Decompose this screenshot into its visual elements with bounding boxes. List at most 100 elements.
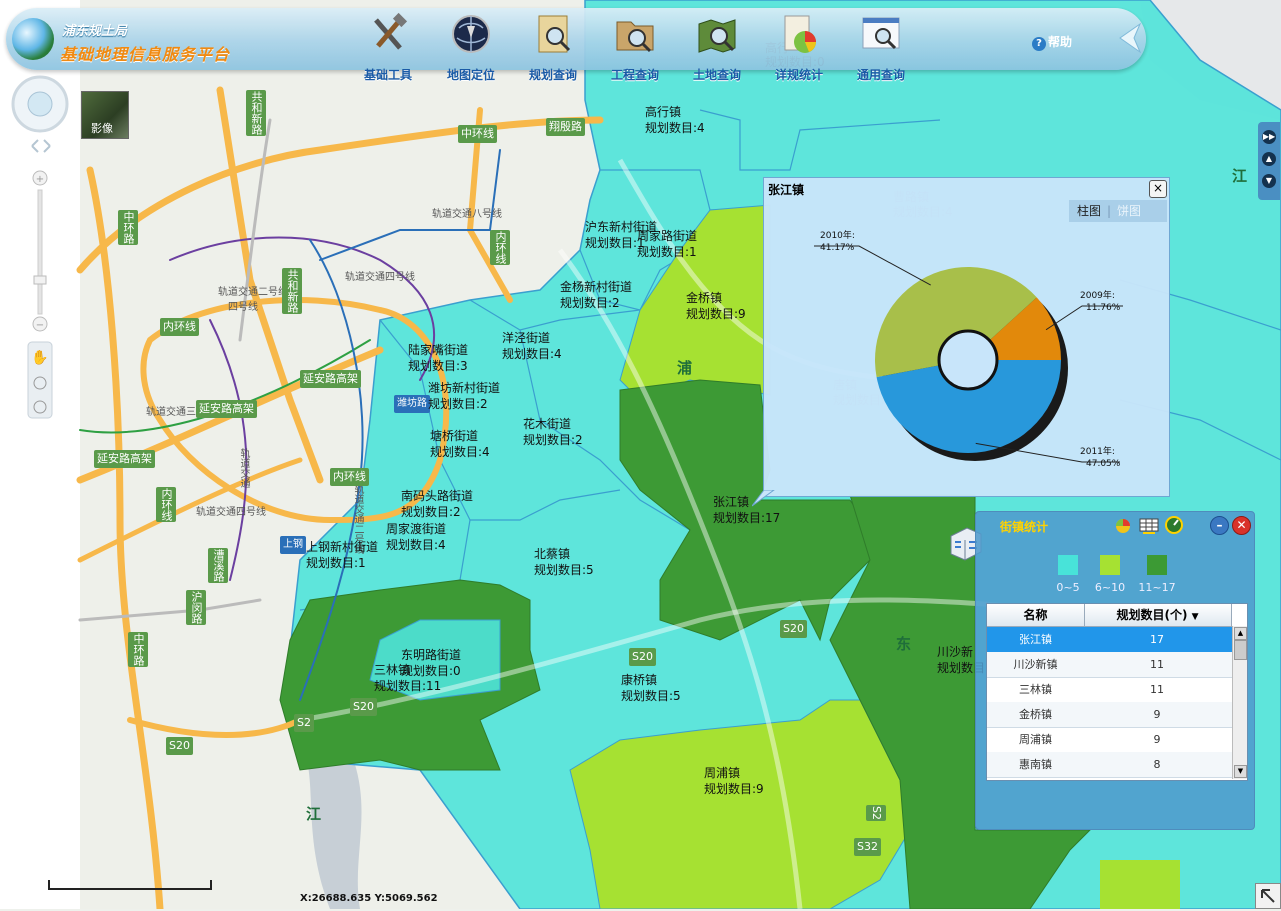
help-button[interactable]: ? 帮助 xyxy=(1032,33,1072,51)
scroll-thumb[interactable] xyxy=(1234,640,1247,660)
pie-view-icon[interactable] xyxy=(1114,516,1134,534)
road-label: S2 xyxy=(294,714,314,732)
town-name: 上钢新村街道 xyxy=(306,540,379,554)
town-plan-count: 规划数目:2 xyxy=(560,296,620,310)
town-name: 陆家嘴街道 xyxy=(408,343,469,357)
svg-text:−: − xyxy=(36,320,44,331)
cell-town-name: 周浦镇 xyxy=(1019,733,1052,746)
tool-label: 地图定位 xyxy=(446,68,495,82)
town-name: 潍坊新村街道 xyxy=(428,381,501,395)
imagery-toggle-button[interactable]: 影像 xyxy=(81,91,129,139)
cell-plan-count: 11 xyxy=(1150,683,1164,696)
town-name: 塘桥街道 xyxy=(430,429,479,443)
overview-toggle-button[interactable] xyxy=(1255,883,1281,909)
town-plan-count: 规划数目:2 xyxy=(401,505,461,519)
pan-hand-icon[interactable]: ✋ xyxy=(31,349,48,366)
town-label[interactable]: 三林镇 规划数目:11 xyxy=(374,662,441,694)
svg-text:+: + xyxy=(36,174,44,185)
road-label: 共和新路 xyxy=(246,90,266,136)
town-label[interactable]: 潍坊新村街道 规划数目:2 xyxy=(428,380,500,412)
column-header-count[interactable]: 规划数目(个) ▼ xyxy=(1084,604,1232,626)
tools-icon xyxy=(374,12,408,50)
close-button[interactable]: ✕ xyxy=(1232,516,1251,535)
town-label[interactable]: 洋泾街道 规划数目:4 xyxy=(502,330,562,362)
legend-label: 0~5 xyxy=(1056,581,1080,594)
tool-general-query[interactable]: 通用查询 xyxy=(836,12,926,83)
town-label[interactable]: 花木街道规划数目:2 xyxy=(523,416,583,448)
column-header-name[interactable]: 名称 xyxy=(987,604,1085,626)
road-label: 内环线 xyxy=(160,318,199,336)
town-label[interactable]: 北蔡镇 规划数目:5 xyxy=(534,546,594,578)
town-plan-count: 规划数目:11 xyxy=(374,679,442,693)
table-scrollbar[interactable]: ▲ ▼ xyxy=(1232,626,1247,779)
arrow-up-icon[interactable]: ▲ xyxy=(1262,152,1276,166)
gauge-view-icon[interactable] xyxy=(1164,516,1184,534)
town-label[interactable]: 周家路街道 规划数目:1 xyxy=(637,228,697,260)
help-label: 帮助 xyxy=(1048,35,1073,49)
town-label[interactable]: 周家渡街道 规划数目:4 xyxy=(386,521,446,553)
map-nav-control: + − ✋ xyxy=(10,74,72,434)
tool-label: 详规统计 xyxy=(774,68,823,82)
road-label: 上钢 xyxy=(280,536,306,554)
table-row[interactable]: 张江镇 17 xyxy=(987,627,1232,653)
town-stats-panel: 街镇统计 – ✕ 0~5 6~10 11~17 名称 规划数目(个) ▼ 张江镇… xyxy=(975,511,1255,830)
town-label[interactable]: 塘桥街道 规划数目:4 xyxy=(430,428,490,460)
project-search-icon xyxy=(616,21,654,53)
cell-town-name: 三林镇 xyxy=(1019,683,1052,696)
town-name: 高行镇 xyxy=(645,105,682,119)
fast-forward-icon[interactable]: ▶▶ xyxy=(1262,130,1276,144)
town-label[interactable]: 南码头路街道 规划数目:2 xyxy=(401,488,473,520)
sort-desc-icon: ▼ xyxy=(1191,612,1199,622)
road-label: 轨道交通四号线 xyxy=(196,507,266,518)
road-label: S20 xyxy=(166,737,193,755)
table-row[interactable]: 金桥镇 9 xyxy=(987,702,1232,728)
tool-locate[interactable]: 地图定位 xyxy=(426,12,516,83)
table-row[interactable]: 惠南镇 8 xyxy=(987,752,1232,778)
slice-label: 2010年: xyxy=(820,229,855,241)
minimize-button[interactable]: – xyxy=(1210,516,1229,535)
town-label[interactable]: 金杨新村街道 规划数目:2 xyxy=(560,279,632,311)
town-label[interactable]: 陆家嘴街道 规划数目:3 xyxy=(408,342,468,374)
zoom-slider-handle[interactable] xyxy=(33,275,47,285)
tool-plan-query[interactable]: 规划查询 xyxy=(508,12,598,83)
road-label: S20 xyxy=(780,620,807,638)
stats-title: 街镇统计 xyxy=(1000,520,1049,534)
town-label[interactable]: 金桥镇 规划数目:9 xyxy=(686,290,746,322)
road-label: S20 xyxy=(629,648,656,666)
tool-land-query[interactable]: 土地查询 xyxy=(672,12,762,83)
side-control-strip: ▶▶ ▲ ▼ xyxy=(1258,122,1280,200)
cell-town-name: 张江镇 xyxy=(1019,633,1052,646)
town-name: 南码头路街道 xyxy=(401,489,474,503)
town-label[interactable]: 上钢新村街道 规划数目:1 xyxy=(306,539,378,571)
town-label[interactable]: 康桥镇 规划数目:5 xyxy=(621,672,681,704)
table-row[interactable]: 周浦镇 9 xyxy=(987,727,1232,753)
tool-basic[interactable]: 基础工具 xyxy=(343,12,433,83)
town-name: 花木街道 xyxy=(523,417,572,431)
scroll-up-icon[interactable]: ▲ xyxy=(1234,627,1247,640)
slice-label: 2011年: xyxy=(1080,445,1115,457)
town-label[interactable]: 周浦镇 规划数目:9 xyxy=(704,765,764,797)
town-plan-count: 规划数目:2 xyxy=(523,433,583,447)
imagery-label: 影像 xyxy=(91,122,113,135)
town-name: 金桥镇 xyxy=(686,291,723,305)
cell-town-name: 金桥镇 xyxy=(1019,708,1052,721)
road-label: 内环线 xyxy=(490,230,510,265)
collapse-arrow-icon[interactable] xyxy=(1116,22,1142,54)
land-search-icon xyxy=(698,19,736,53)
town-plan-count: 规划数目:5 xyxy=(621,689,681,703)
scroll-down-icon[interactable]: ▼ xyxy=(1234,765,1247,778)
cell-plan-count: 9 xyxy=(1153,733,1161,746)
org-name: 浦东规土局 xyxy=(62,24,128,39)
table-row[interactable]: 三林镇 11 xyxy=(987,677,1232,703)
town-name: 金杨新村街道 xyxy=(560,280,633,294)
town-plan-count: 规划数目:4 xyxy=(502,347,562,361)
tool-detail-stats[interactable]: 详规统计 xyxy=(754,12,844,83)
arrow-down-icon[interactable]: ▼ xyxy=(1262,174,1276,188)
table-row[interactable]: 川沙新镇 11 xyxy=(987,652,1232,678)
cell-plan-count: 17 xyxy=(1150,633,1164,646)
table-view-icon[interactable] xyxy=(1139,518,1159,534)
town-plan-count: 规划数目:2 xyxy=(428,397,488,411)
town-label[interactable]: 高行镇 规划数目:4 xyxy=(645,104,705,136)
help-icon: ? xyxy=(1032,37,1046,51)
tool-project-query[interactable]: 工程查询 xyxy=(590,12,680,83)
